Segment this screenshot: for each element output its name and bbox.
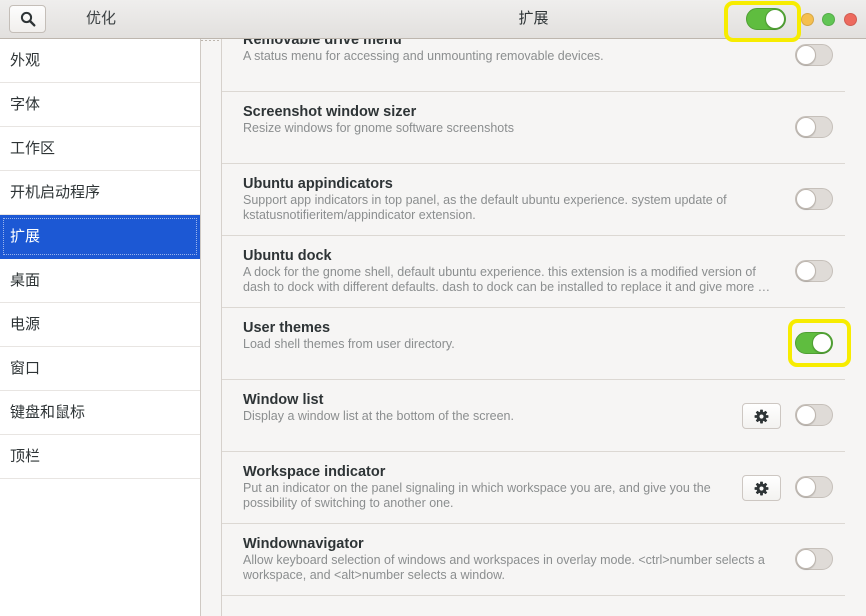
window-list-switch[interactable] xyxy=(795,404,833,426)
switch-knob xyxy=(812,333,832,353)
sidebar-item-label: 键盘和鼠标 xyxy=(10,404,86,421)
workspace-indicator-settings-button[interactable] xyxy=(742,475,781,501)
switch-knob xyxy=(796,477,816,497)
extension-description: dash to dock with different defaults. da… xyxy=(243,280,771,294)
sidebar-item-label: 开机启动程序 xyxy=(10,184,101,201)
search-icon xyxy=(20,11,36,27)
sidebar-item-power[interactable]: 电源 xyxy=(0,303,200,347)
header-bar: 优化 扩展 xyxy=(0,0,866,42)
extension-row-window-list: Window list Display a window list at the… xyxy=(222,380,845,452)
switch-knob xyxy=(765,9,785,29)
extension-description: possibility of switching to another one. xyxy=(243,496,454,510)
sidebar-item-startup-applications[interactable]: 开机启动程序 xyxy=(0,171,200,215)
extension-name: Windownavigator xyxy=(243,536,364,552)
switch-knob xyxy=(796,261,816,281)
sidebar-item-label: 字体 xyxy=(10,96,41,113)
ubuntu-dock-switch[interactable] xyxy=(795,260,833,282)
extension-name: Ubuntu dock xyxy=(243,248,332,264)
extension-description: A dock for the gnome shell, default ubun… xyxy=(243,265,756,279)
sidebar-item-label: 顶栏 xyxy=(10,448,41,465)
sidebar-item-label: 外观 xyxy=(10,52,41,69)
extension-row-user-themes: User themes Load shell themes from user … xyxy=(222,308,851,380)
switch-knob xyxy=(796,549,816,569)
extension-row-ubuntu-appindicators: Ubuntu appindicators Support app indicat… xyxy=(222,164,845,236)
sidebar-item-label: 电源 xyxy=(10,316,41,333)
extensions-panel[interactable]: Removable drive menu A status menu for a… xyxy=(201,39,866,616)
sidebar-item-keyboard-mouse[interactable]: 键盘和鼠标 xyxy=(0,391,200,435)
extension-row-removable-drive-menu: Removable drive menu A status menu for a… xyxy=(222,39,845,92)
sidebar-item-windows[interactable]: 窗口 xyxy=(0,347,200,391)
user-themes-switch[interactable] xyxy=(795,332,833,354)
sidebar-item-label: 窗口 xyxy=(10,360,41,377)
search-button[interactable] xyxy=(9,5,46,33)
switch-knob xyxy=(796,45,816,65)
extension-row-windownavigator: Windownavigator Allow keyboard selection… xyxy=(222,524,845,596)
sidebar-item-label: 桌面 xyxy=(10,272,41,289)
extension-name: Ubuntu appindicators xyxy=(243,176,393,192)
window-close-button[interactable] xyxy=(844,13,857,26)
gear-icon xyxy=(754,481,769,496)
sidebar-item-label: 扩展 xyxy=(10,228,41,245)
switch-knob xyxy=(796,189,816,209)
extensions-master-switch[interactable] xyxy=(746,8,786,30)
screenshot-window-sizer-switch[interactable] xyxy=(795,116,833,138)
extensions-list: Removable drive menu A status menu for a… xyxy=(221,39,851,616)
scroll-undershoot xyxy=(201,40,221,41)
extension-name: Screenshot window sizer xyxy=(243,104,417,120)
extension-description: Display a window list at the bottom of t… xyxy=(243,409,514,423)
gear-icon xyxy=(754,409,769,424)
windownavigator-switch[interactable] xyxy=(795,548,833,570)
switch-knob xyxy=(796,405,816,425)
extension-row-screenshot-window-sizer: Screenshot window sizer Resize windows f… xyxy=(222,92,845,164)
ubuntu-appindicators-switch[interactable] xyxy=(795,188,833,210)
sidebar-item-desktop[interactable]: 桌面 xyxy=(0,259,200,303)
extension-row-workspace-indicator: Workspace indicator Put an indicator on … xyxy=(222,452,845,524)
workspace-indicator-switch[interactable] xyxy=(795,476,833,498)
sidebar-item-workspaces[interactable]: 工作区 xyxy=(0,127,200,171)
sidebar-item-extensions[interactable]: 扩展 xyxy=(0,215,200,259)
app-title: 优化 xyxy=(86,10,117,27)
switch-knob xyxy=(796,117,816,137)
extension-description: Support app indicators in top panel, as … xyxy=(243,193,727,207)
sidebar-item-appearance[interactable]: 外观 xyxy=(0,39,200,83)
extension-description: kstatusnotifieritem/appindicator extensi… xyxy=(243,208,476,222)
extension-description: Load shell themes from user directory. xyxy=(243,337,455,351)
sidebar-item-label: 工作区 xyxy=(10,140,56,157)
extension-description: Put an indicator on the panel signaling … xyxy=(243,481,711,495)
window-minimize-button[interactable] xyxy=(801,13,814,26)
extension-name: Removable drive menu xyxy=(243,39,402,48)
window-list-settings-button[interactable] xyxy=(742,403,781,429)
extension-description: workspace, and <alt>number selects a win… xyxy=(243,568,505,582)
removable-drive-menu-switch[interactable] xyxy=(795,44,833,66)
sidebar-item-top-bar[interactable]: 顶栏 xyxy=(0,435,200,479)
extension-description: Allow keyboard selection of windows and … xyxy=(243,553,765,567)
extension-description: A status menu for accessing and unmounti… xyxy=(243,49,604,63)
extension-description: Resize windows for gnome software screen… xyxy=(243,121,514,135)
extension-row-ubuntu-dock: Ubuntu dock A dock for the gnome shell, … xyxy=(222,236,845,308)
window-maximize-button[interactable] xyxy=(822,13,835,26)
extension-name: User themes xyxy=(243,320,331,336)
sidebar-item-fonts[interactable]: 字体 xyxy=(0,83,200,127)
sidebar: 外观 字体 工作区 开机启动程序 扩展 桌面 电源 窗口 键盘和鼠标 顶栏 xyxy=(0,39,201,616)
